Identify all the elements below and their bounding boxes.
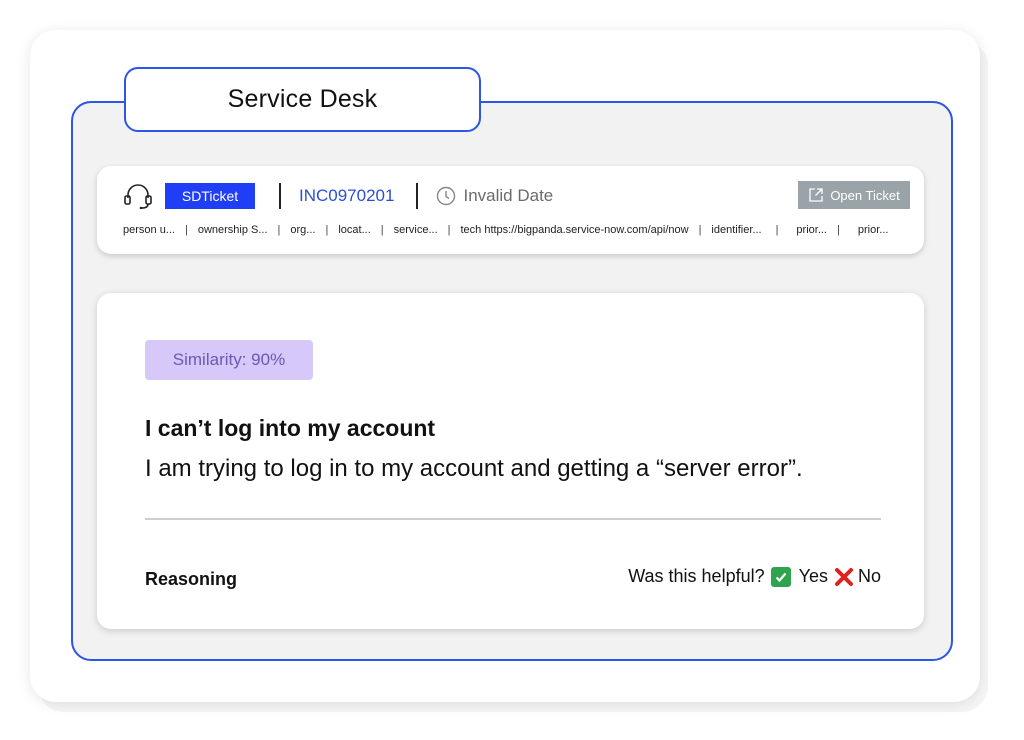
- x-icon[interactable]: [834, 567, 854, 587]
- ticket-fields: person u... | ownership S... | org... | …: [123, 224, 889, 236]
- card-divider: [145, 518, 881, 520]
- divider: [416, 183, 419, 209]
- helpful-prompt: Was this helpful?: [628, 566, 765, 586]
- ticket-header-row: SDTicket INC0970201 Invalid Date Open Ti…: [123, 181, 910, 211]
- field-person: person u...: [123, 224, 175, 236]
- open-ticket-button[interactable]: Open Ticket: [798, 181, 910, 209]
- check-icon[interactable]: [770, 566, 791, 587]
- ticket-header: SDTicket INC0970201 Invalid Date Open Ti…: [97, 166, 924, 254]
- field-ownership: ownership S...: [197, 224, 268, 236]
- similar-ticket-card: Similarity: 90% I can’t log into my acco…: [97, 293, 924, 629]
- yes-button[interactable]: Yes: [799, 566, 828, 587]
- page-title: Service Desk: [227, 85, 378, 113]
- reasoning-toggle[interactable]: Reasoning: [145, 569, 237, 590]
- feedback-row: Was this helpful? Yes No: [628, 566, 881, 587]
- field-org: org...: [290, 224, 316, 236]
- issue-description: I am trying to log in to my account and …: [145, 455, 803, 482]
- field-identifier: identifier...: [711, 224, 762, 236]
- ticket-type-badge: SDTicket: [165, 183, 255, 209]
- external-link-icon: [809, 188, 823, 202]
- open-ticket-label: Open Ticket: [830, 187, 900, 203]
- divider: [279, 183, 281, 209]
- clock-icon: [437, 186, 456, 206]
- field-priority-2: prior...: [857, 224, 889, 236]
- similarity-badge: Similarity: 90%: [145, 340, 313, 380]
- ticket-id-link[interactable]: INC0970201: [299, 186, 394, 206]
- no-button[interactable]: No: [858, 566, 881, 587]
- field-priority: prior...: [796, 224, 827, 236]
- ticket-date: Invalid Date: [463, 186, 554, 205]
- headset-icon: [124, 184, 152, 209]
- issue-title: I can’t log into my account: [145, 415, 436, 441]
- title-tab: Service Desk: [124, 67, 481, 132]
- field-tech: tech https://bigpanda.service-now.com/ap…: [460, 224, 689, 236]
- field-service: service...: [393, 224, 438, 236]
- field-location: locat...: [338, 224, 371, 236]
